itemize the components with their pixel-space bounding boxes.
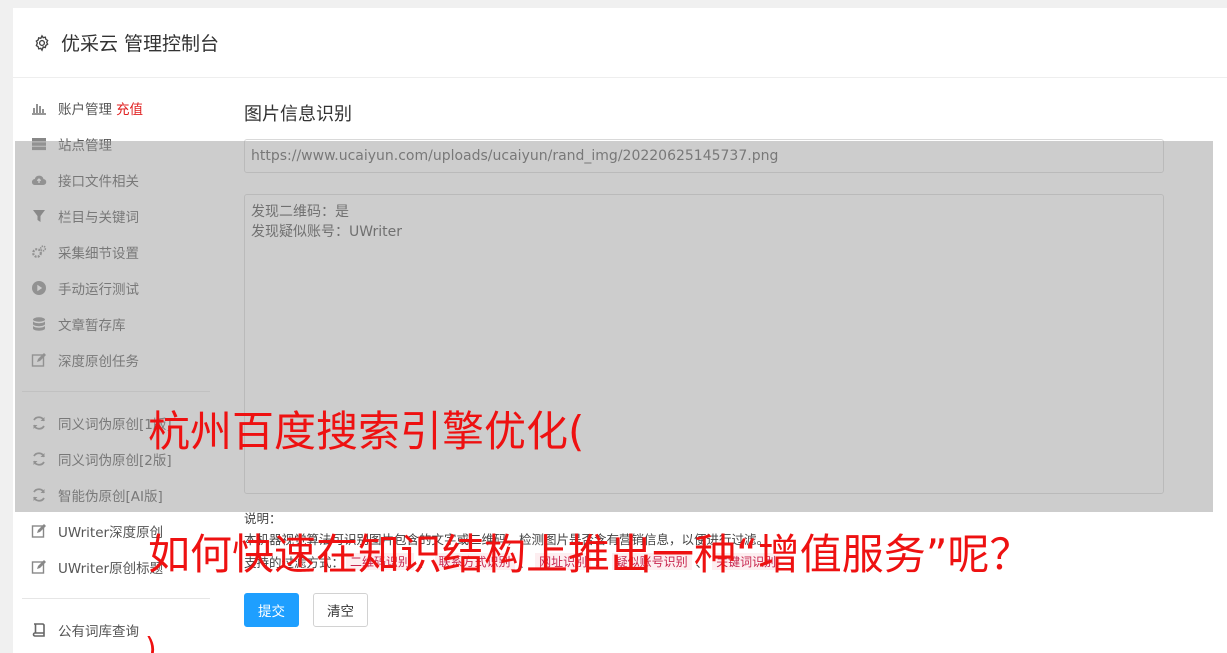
sidebar-item-label: 账户管理 bbox=[58, 102, 112, 118]
button-row: 提交 清空 bbox=[244, 593, 1164, 627]
sidebar-item-label: 公有词库查询 bbox=[58, 624, 139, 640]
recharge-link[interactable]: 充值 bbox=[116, 98, 143, 118]
book-icon bbox=[30, 622, 48, 638]
watermark-line-2: 如何快速在知识结构上推出一种“增值服务”呢？ bbox=[148, 530, 1032, 579]
sidebar-item-public-lexicon[interactable]: 公有词库查询 bbox=[22, 612, 210, 648]
watermark-line-1: 杭州百度搜索引擎优化( bbox=[148, 407, 585, 456]
edit-icon bbox=[30, 523, 48, 539]
watermark-line-3: ) bbox=[145, 632, 157, 653]
console-header: 优采云 管理控制台 bbox=[13, 8, 1227, 78]
page-title: 图片信息识别 bbox=[244, 104, 352, 125]
submit-button[interactable]: 提交 bbox=[244, 593, 299, 627]
sidebar-divider bbox=[22, 598, 210, 599]
bar-chart-icon bbox=[30, 100, 48, 116]
gear-icon bbox=[35, 34, 49, 52]
page-header-title: 优采云 管理控制台 bbox=[61, 33, 220, 55]
edit-icon bbox=[30, 559, 48, 575]
sidebar-item-account[interactable]: 账户管理 充值 bbox=[22, 90, 210, 126]
clear-button[interactable]: 清空 bbox=[313, 593, 368, 627]
